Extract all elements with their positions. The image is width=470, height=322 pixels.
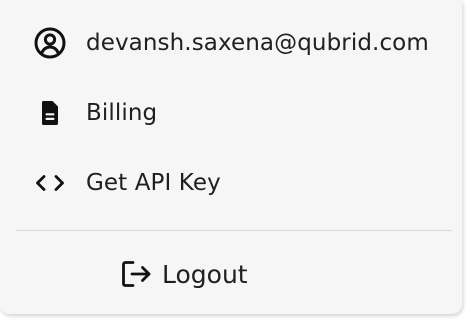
- code-icon: [33, 166, 67, 200]
- logout-label: Logout: [162, 259, 248, 289]
- get-api-key-label: Get API Key: [86, 170, 221, 196]
- menu-item-get-api-key[interactable]: Get API Key: [0, 148, 462, 218]
- user-circle-icon: [33, 26, 67, 60]
- menu-divider: [16, 230, 452, 231]
- account-email: devansh.saxena@qubrid.com: [86, 30, 429, 56]
- menu-item-account[interactable]: devansh.saxena@qubrid.com: [0, 8, 462, 78]
- billing-label: Billing: [86, 100, 158, 126]
- document-icon: [33, 96, 67, 130]
- logout-icon: [118, 256, 154, 292]
- logout-button[interactable]: Logout: [118, 246, 248, 302]
- menu-item-billing[interactable]: Billing: [0, 78, 462, 148]
- account-dropdown-menu: devansh.saxena@qubrid.com Billing Get AP…: [0, 0, 462, 314]
